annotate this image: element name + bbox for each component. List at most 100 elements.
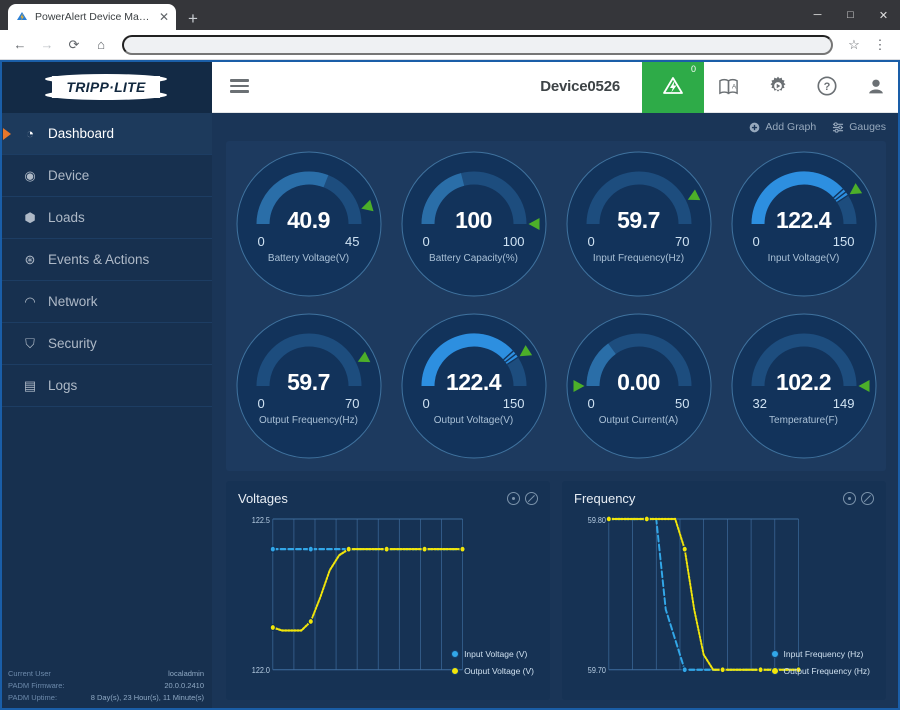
gauge-value: 122.4	[445, 369, 502, 395]
network-icon: ◠	[24, 293, 36, 309]
logs-icon: ▤	[23, 377, 37, 393]
gauge-min: 0	[587, 234, 595, 249]
sidebar-nav: ◔ Dashboard ◉ Device ⬢ Loads ⊛ Events & Actions…	[0, 113, 212, 407]
chart-remove-icon[interactable]	[861, 492, 874, 505]
legend-item[interactable]: Output Frequency (Hz)	[770, 666, 870, 676]
browser-menu-icon[interactable]: ⋮	[868, 33, 892, 57]
brand-logo[interactable]: TRIPP·LITE	[0, 60, 212, 113]
browser-toolbar: ← → ⟳ ⌂ ☆ ⋮	[0, 30, 900, 60]
gauge-label: Output Frequency(Hz)	[259, 415, 358, 426]
poweralert-icon	[15, 10, 29, 24]
sidebar-item-network[interactable]: ◠ Network	[0, 281, 212, 323]
minimize-icon[interactable]: ─	[801, 0, 834, 30]
gauge-max: 150	[832, 234, 855, 249]
firmware-value: 20.0.0.2410	[164, 681, 204, 690]
gauges-label: Gauges	[849, 121, 886, 133]
dashboard-icon: ◔	[26, 126, 34, 141]
sidebar-item-security[interactable]: ⛉ Security	[0, 323, 212, 365]
legend-item[interactable]: Input Voltage (V)	[451, 649, 534, 659]
forward-icon[interactable]: →	[35, 33, 59, 57]
chart-legend: Input Voltage (V) Output Voltage (V)	[451, 649, 534, 676]
gauge-value: 0.00	[617, 369, 660, 395]
new-tab-button[interactable]: +	[188, 10, 198, 27]
gauge[interactable]: 59.7 0 70 Input Frequency(Hz)	[564, 149, 714, 299]
gauge[interactable]: 122.4 0 150 Input Voltage(V)	[729, 149, 879, 299]
gauge-row-2: 59.7 0 70 Output Frequency(Hz) 122.4 0 150 Outp…	[226, 311, 886, 461]
help-icon[interactable]: ?	[802, 60, 851, 113]
hamburger-icon[interactable]	[230, 79, 249, 93]
gauge[interactable]: 100 0 100 Battery Capacity(%)	[399, 149, 549, 299]
sidebar: TRIPP·LITE ◔ Dashboard ◉ Device ⬢ Loads ⊛ Event…	[0, 60, 212, 710]
charts-area: Voltages 122.5 122.0 Input Voltage (V) Outpu…	[226, 481, 886, 700]
chart-settings-icon[interactable]	[843, 492, 856, 505]
main-area: Device0526 0 A ? Add Graph Gauges 40.9 0…	[212, 59, 900, 710]
loads-icon: ⬢	[24, 209, 36, 225]
legend-item[interactable]: Output Voltage (V)	[451, 666, 534, 676]
gauge-max: 100	[502, 234, 525, 249]
gauge[interactable]: 122.4 0 150 Output Voltage(V)	[399, 311, 549, 461]
gauge-min: 0	[422, 396, 430, 411]
gauge-label: Battery Capacity(%)	[429, 253, 518, 264]
address-bar[interactable]	[122, 34, 833, 55]
sidebar-item-logs[interactable]: ▤ Logs	[0, 365, 212, 407]
alert-button[interactable]: 0	[642, 59, 704, 113]
gauge-min: 0	[422, 234, 430, 249]
application: TRIPP·LITE ◔ Dashboard ◉ Device ⬢ Loads ⊛ Event…	[0, 59, 900, 710]
sidebar-item-label: Events & Actions	[48, 252, 150, 267]
current-user-label: Current User	[8, 669, 51, 678]
gauge-label: Output Voltage(V)	[433, 415, 514, 426]
browser-window: PowerAlert Device Manager ✕ + ─ □ ✕ ← → …	[0, 0, 900, 710]
add-graph-label: Add Graph	[765, 121, 817, 133]
gauge[interactable]: 0.00 0 50 Output Current(A)	[564, 311, 714, 461]
chart-header: Frequency	[574, 491, 874, 506]
sidebar-item-loads[interactable]: ⬢ Loads	[0, 197, 212, 239]
gear-icon[interactable]	[753, 60, 802, 113]
gauge-max: 45	[345, 234, 360, 249]
gauge[interactable]: 40.9 0 45 Battery Voltage(V)	[234, 149, 384, 299]
chart-header: Voltages	[238, 491, 538, 506]
gauge-max: 70	[345, 396, 360, 411]
alert-count: 0	[690, 63, 696, 74]
maximize-icon[interactable]: □	[834, 0, 867, 30]
bookmark-star-icon[interactable]: ☆	[842, 33, 866, 57]
brand-logo-text: TRIPP·LITE	[66, 78, 146, 95]
sidebar-item-label: Network	[48, 294, 98, 309]
home-icon[interactable]: ⌂	[89, 33, 113, 57]
svg-text:?: ?	[823, 81, 830, 93]
gauge-max: 149	[832, 396, 855, 411]
legend-label: Input Frequency (Hz)	[783, 649, 864, 659]
svg-text:A: A	[732, 83, 737, 90]
guide-book-icon[interactable]: A	[704, 60, 753, 113]
alert-flag-icon	[663, 77, 683, 94]
gauge[interactable]: 102.2 32 149 Temperature(F)	[729, 311, 879, 461]
sidebar-item-label: Security	[48, 336, 97, 351]
gauge[interactable]: 59.7 0 70 Output Frequency(Hz)	[234, 311, 384, 461]
sidebar-item-events-actions[interactable]: ⊛ Events & Actions	[0, 239, 212, 281]
security-icon: ⛉	[25, 335, 35, 351]
back-icon[interactable]: ←	[8, 33, 32, 57]
chart-remove-icon[interactable]	[525, 492, 538, 505]
browser-tab[interactable]: PowerAlert Device Manager ✕	[8, 4, 176, 30]
svg-text:122.5: 122.5	[252, 515, 271, 525]
firmware-label: PADM Firmware:	[8, 681, 65, 690]
close-tab-icon[interactable]: ✕	[159, 11, 169, 23]
chart-settings-icon[interactable]	[507, 492, 520, 505]
gauges-button[interactable]: Gauges	[832, 121, 886, 133]
gauge-min: 0	[587, 396, 595, 411]
gauge-value: 40.9	[287, 207, 330, 233]
legend-swatch	[770, 650, 779, 658]
uptime-value: 8 Day(s), 23 Hour(s), 11 Minute(s)	[90, 693, 204, 702]
sidebar-item-device[interactable]: ◉ Device	[0, 155, 212, 197]
close-window-icon[interactable]: ✕	[867, 0, 900, 30]
account-icon[interactable]	[851, 60, 900, 113]
sidebar-item-label: Device	[48, 168, 90, 183]
legend-item[interactable]: Input Frequency (Hz)	[770, 649, 870, 659]
reload-icon[interactable]: ⟳	[62, 33, 86, 57]
plus-circle-icon	[750, 122, 760, 132]
add-graph-button[interactable]: Add Graph	[749, 121, 816, 133]
sidebar-footer: Current User localadmin PADM Firmware: 2…	[0, 668, 212, 710]
legend-label: Output Frequency (Hz)	[783, 666, 870, 676]
sidebar-item-dashboard[interactable]: ◔ Dashboard	[0, 113, 212, 155]
legend-swatch	[451, 667, 460, 675]
